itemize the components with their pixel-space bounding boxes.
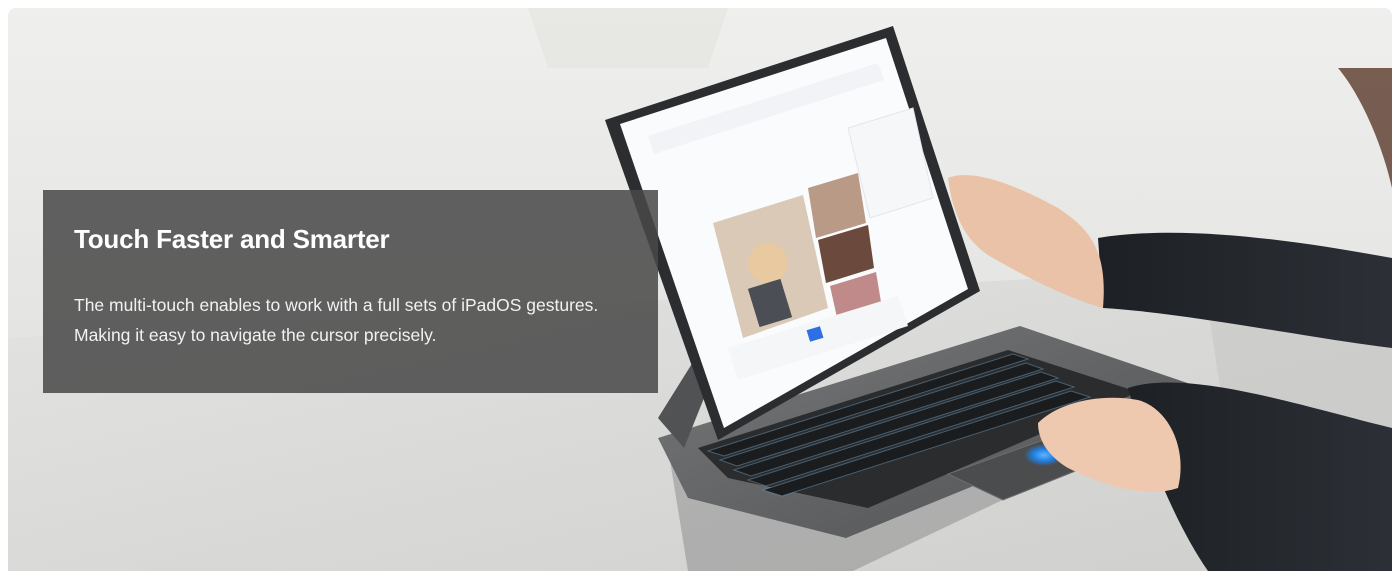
window-reflection: [528, 8, 728, 68]
feature-banner: Touch Faster and Smarter The multi-touch…: [8, 8, 1392, 571]
feature-caption-panel: Touch Faster and Smarter The multi-touch…: [43, 190, 658, 393]
feature-title: Touch Faster and Smarter: [74, 224, 390, 254]
feature-description: The multi-touch enables to work with a f…: [74, 295, 599, 345]
